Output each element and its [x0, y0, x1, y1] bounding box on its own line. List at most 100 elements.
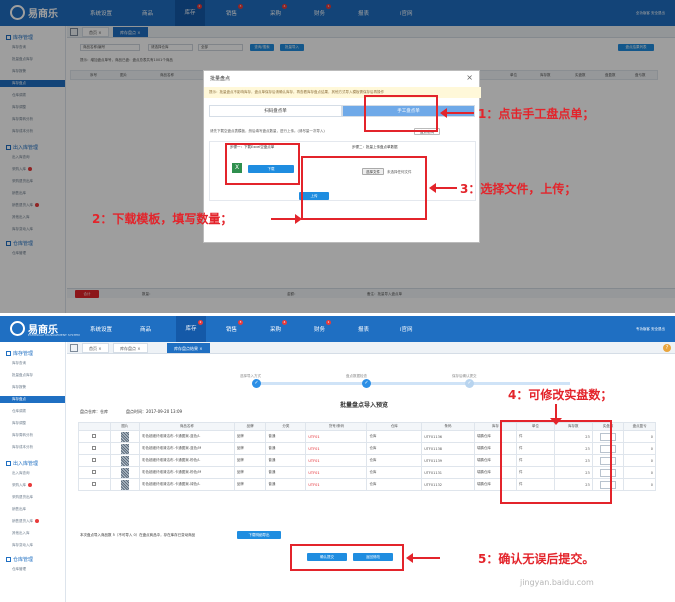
barcode-cell: UTF01139 — [421, 454, 475, 467]
col-header: 商品名称 — [139, 422, 235, 431]
row-checkbox[interactable] — [78, 454, 111, 467]
sidebar-item[interactable]: 销售出库 — [0, 506, 65, 513]
tab-bar: 首页 × 库存盘点 × 库存盘点结果 × ? — [67, 342, 675, 354]
sidebar-item[interactable]: 其他出入库 — [0, 530, 65, 537]
sidebar-item[interactable]: 出入库查询 — [0, 470, 65, 477]
nav-reports[interactable]: 报表 — [358, 325, 369, 333]
sidebar-item[interactable]: 仓库管理 — [0, 566, 65, 573]
sidebar-item[interactable]: 库存查询 — [0, 360, 65, 367]
sidebar: 库存管理 库存查询 批量盘点库存 库存报警 库存盘点 仓库调拨 库存调整 库存周… — [0, 342, 66, 602]
screenshot-panel-1: 易商乐 系统设置 商品 库存 2 销售 3 采购 4 财务 1 报表 i官网 全… — [0, 0, 675, 313]
instruction-text: 请先下载空盘点表模板，然后填写盘点数量，进行上传。(请尽量一次导入) — [210, 129, 325, 133]
warehouse-cell: 仓库 — [366, 466, 423, 479]
col-header: 货号/条码 — [305, 422, 368, 431]
warehouse-icon — [6, 557, 11, 562]
nav-products[interactable]: 商品 — [140, 325, 151, 333]
checkbox-icon[interactable] — [92, 446, 97, 450]
nav-system-settings[interactable]: 系统设置 — [90, 325, 112, 333]
checkbox-icon[interactable] — [92, 470, 97, 474]
product-thumbnail — [109, 478, 141, 491]
category-cell: 普通 — [265, 478, 307, 491]
nav-finance[interactable]: 财务 — [314, 325, 325, 333]
sidebar-item[interactable]: 库存报警 — [0, 384, 65, 391]
row-checkbox[interactable] — [78, 466, 111, 479]
close-icon[interactable]: × — [466, 73, 473, 82]
download-detail-button[interactable]: 下载明细导出 — [237, 531, 281, 539]
checkbox-icon[interactable] — [92, 482, 97, 486]
brand-cell: 品牌 — [233, 466, 267, 479]
product-image — [120, 431, 129, 442]
nav-sales[interactable]: 销售 — [226, 325, 237, 333]
category-cell: 普通 — [265, 466, 307, 479]
nav-website[interactable]: i官网 — [400, 325, 413, 333]
row-checkbox[interactable] — [78, 430, 111, 443]
annotation-box-3 — [301, 156, 427, 220]
tab-inventory-count[interactable]: 库存盘点 × — [113, 343, 148, 353]
sidebar-section-warehouse[interactable]: 仓库管理 — [6, 556, 33, 563]
app-logo[interactable]: 易商乐 ESHANGLE MANAGEMENT SYSTEM — [10, 320, 80, 338]
help-icon[interactable]: ? — [663, 344, 671, 352]
box-icon — [6, 351, 11, 356]
col-header: 条码 — [421, 422, 475, 431]
row-checkbox[interactable] — [78, 442, 111, 455]
import-summary: 本次盘点导入商品数 5（不可导入 0）在盘点商品中，存在库存已变动商品 — [80, 533, 196, 537]
sku-cell: UTF01 — [305, 478, 368, 491]
tab-count-result[interactable]: 库存盘点结果 × — [167, 343, 210, 353]
annotation-2: 2：下载模板，填写数量； — [92, 212, 233, 226]
sidebar-item[interactable]: 采购入库 — [0, 482, 65, 489]
nav-purchase[interactable]: 采购 — [270, 325, 281, 333]
sidebar-item[interactable]: 批量盘点库存 — [0, 372, 65, 379]
barcode-cell: UTF01138 — [421, 442, 475, 455]
sidebar-item[interactable]: 库存变动入库 — [0, 542, 65, 549]
sidebar-item[interactable]: 仓库调拨 — [0, 408, 65, 415]
step2-label: 步骤二：批量上传盘点单数据 — [352, 145, 398, 149]
sidebar-item-label: 销售退货入库 — [12, 519, 33, 523]
nav-badge-finance: 1 — [326, 320, 331, 325]
step-pending-icon: ✓ — [465, 379, 474, 388]
product-thumbnail — [109, 454, 141, 467]
grid-icon[interactable] — [70, 344, 78, 352]
sidebar-section-label: 库存管理 — [13, 351, 34, 357]
sku-cell: UTF01 — [305, 430, 368, 443]
nav-badge-purchase: 4 — [282, 320, 287, 325]
barcode-cell: UTF01132 — [421, 478, 475, 491]
sidebar-item-inventory-count[interactable]: 库存盘点 — [0, 396, 65, 403]
tab-scan-count[interactable]: 扫码盘点单 — [209, 105, 342, 117]
warehouse-cell: 仓库 — [366, 430, 423, 443]
row-checkbox[interactable] — [78, 478, 111, 491]
sidebar-item[interactable]: 库存周转分析 — [0, 432, 65, 439]
checkbox-icon[interactable] — [92, 434, 97, 438]
diff-cell: 0 — [623, 478, 656, 491]
sku-cell: UTF01 — [305, 442, 368, 455]
sidebar-section-stock-io[interactable]: 出入库管理 — [6, 460, 38, 467]
notification-dot — [35, 519, 39, 523]
col-header: 分类 — [265, 422, 307, 431]
top-nav: 易商乐 ESHANGLE MANAGEMENT SYSTEM 系统设置 商品 库… — [0, 316, 675, 342]
sidebar-section-label: 出入库管理 — [13, 461, 39, 467]
annotation-arrow-1 — [440, 108, 474, 118]
checkbox-icon[interactable] — [92, 458, 97, 462]
user-menu[interactable]: 专功版客 安全退出 — [636, 327, 665, 332]
col-header: 盘点盈亏 — [623, 422, 656, 431]
logo-icon — [10, 321, 25, 336]
annotation-arrowhead-4 — [550, 418, 562, 425]
product-name: 彩色超细纤维清洁布-卡通图案-粉色/L — [139, 454, 235, 467]
diff-cell: 0 — [623, 466, 656, 479]
annotation-1: 1：点击手工盘点单； — [478, 107, 595, 121]
product-name: 彩色超细纤维清洁布-卡通图案-蓝色/M — [139, 442, 235, 455]
sidebar-item[interactable]: 采购退货出库 — [0, 494, 65, 501]
annotation-box-4 — [500, 420, 612, 504]
product-name: 彩色超细纤维清洁布-卡通图案-粉色/M — [139, 466, 235, 479]
sidebar-item[interactable]: 库存调整 — [0, 420, 65, 427]
step-done-icon: ✓ — [362, 379, 371, 388]
category-cell: 普通 — [265, 430, 307, 443]
col-header: 仓库 — [366, 422, 423, 431]
product-thumbnail — [109, 430, 141, 443]
tab-home[interactable]: 首页 × — [82, 343, 109, 353]
sidebar-section-inventory[interactable]: 库存管理 — [6, 350, 33, 357]
product-image — [120, 467, 129, 478]
brand-cell: 品牌 — [233, 442, 267, 455]
step-done-icon: ✓ — [252, 379, 261, 388]
sidebar-item[interactable]: 销售退货入库 — [0, 518, 65, 525]
sidebar-item[interactable]: 库存成本分析 — [0, 444, 65, 451]
